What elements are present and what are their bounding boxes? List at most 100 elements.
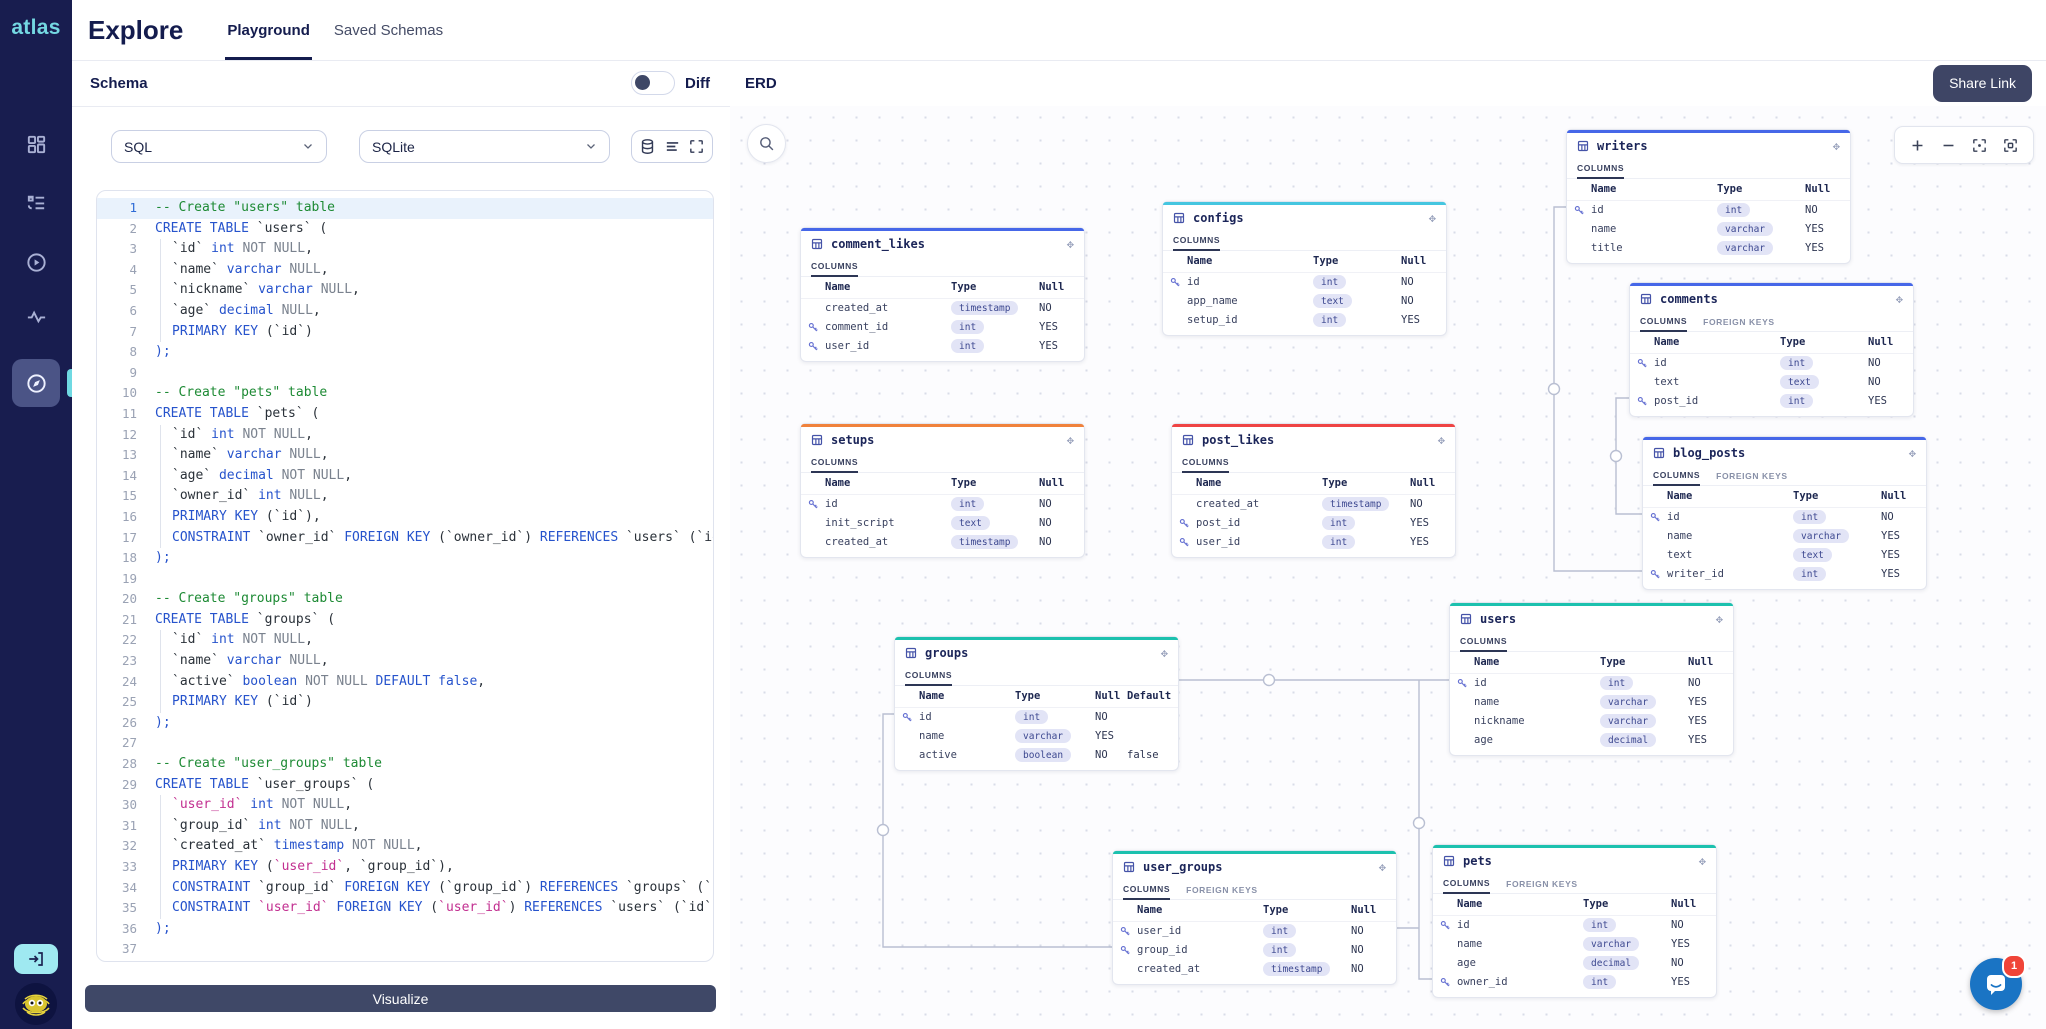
code-text: `id` int NOT NULL, bbox=[155, 239, 313, 260]
column-row-id: idintNO bbox=[1643, 508, 1926, 527]
type-badge: int bbox=[1717, 203, 1750, 217]
table-name: user_groups bbox=[1143, 860, 1222, 874]
center-view-button[interactable] bbox=[1971, 137, 1988, 154]
column-name: post_id bbox=[1654, 395, 1698, 407]
erd-table-groups[interactable]: groups ✥ COLUMNSNameTypeNullDefaultidint… bbox=[894, 636, 1179, 771]
drag-handle-icon[interactable]: ✥ bbox=[1699, 854, 1706, 868]
table-tabs: COLUMNS FOREIGN KEYS bbox=[1433, 874, 1716, 894]
erd-table-pets[interactable]: pets ✥ COLUMNSFOREIGN KEYSNameTypeNullid… bbox=[1432, 844, 1717, 998]
line-number: 23 bbox=[97, 651, 137, 672]
tab-columns[interactable]: COLUMNS bbox=[1182, 457, 1229, 473]
null-value: YES bbox=[1671, 976, 1690, 988]
sidebar-item-runs[interactable] bbox=[12, 238, 60, 286]
erd-table-writers[interactable]: writers ✥ COLUMNSNameTypeNullidintNOname… bbox=[1566, 129, 1851, 264]
erd-table-configs[interactable]: configs ✥ COLUMNSNameTypeNullidintNOapp_… bbox=[1162, 201, 1447, 336]
sql-code-editor[interactable]: 1-- Create "users" table2CREATE TABLE `u… bbox=[96, 190, 714, 962]
drag-handle-icon[interactable]: ✥ bbox=[1716, 612, 1723, 626]
column-name: id bbox=[1667, 511, 1680, 523]
drag-handle-icon[interactable]: ✥ bbox=[1909, 446, 1916, 460]
erd-canvas[interactable]: 1 comment_likes ✥ COLUMNSNameTypeNullcre… bbox=[730, 106, 2046, 1029]
drag-handle-icon[interactable]: ✥ bbox=[1067, 237, 1074, 251]
type-badge: timestamp bbox=[951, 301, 1018, 315]
share-link-button[interactable]: Share Link bbox=[1933, 65, 2032, 102]
erd-table-comment_likes[interactable]: comment_likes ✥ COLUMNSNameTypeNullcreat… bbox=[800, 227, 1085, 362]
column-name: id bbox=[1474, 677, 1487, 689]
erd-table-comments[interactable]: comments ✥ COLUMNSFOREIGN KEYSNameTypeNu… bbox=[1629, 282, 1914, 417]
drag-handle-icon[interactable]: ✥ bbox=[1067, 433, 1074, 447]
sidebar-item-dashboard[interactable] bbox=[12, 120, 60, 168]
zoom-out-button[interactable] bbox=[1940, 137, 1957, 154]
column-row-owner_id: owner_idintYES bbox=[1433, 973, 1716, 992]
code-text: `nickname` varchar NULL, bbox=[155, 280, 360, 301]
null-value: YES bbox=[1881, 568, 1900, 580]
code-text: `created_at` timestamp NOT NULL, bbox=[155, 836, 422, 857]
tab-foreign-keys[interactable]: FOREIGN KEYS bbox=[1703, 317, 1774, 331]
expand-icon[interactable] bbox=[688, 138, 705, 155]
sidebar-item-explore[interactable] bbox=[12, 359, 60, 407]
chat-widget-button[interactable]: 1 bbox=[1970, 958, 2022, 1010]
code-text: -- Create "users" table bbox=[155, 200, 335, 215]
tab-columns[interactable]: COLUMNS bbox=[1173, 235, 1220, 251]
erd-table-post_likes[interactable]: post_likes ✥ COLUMNSNameTypeNullcreated_… bbox=[1171, 423, 1456, 558]
key-icon bbox=[808, 322, 818, 332]
tab-playground[interactable]: Playground bbox=[215, 0, 322, 60]
tab-columns[interactable]: COLUMNS bbox=[1640, 316, 1687, 332]
database-icon[interactable] bbox=[639, 138, 656, 155]
lines-icon[interactable] bbox=[664, 138, 681, 155]
login-button[interactable] bbox=[14, 944, 58, 974]
column-row-user_id: user_idintYES bbox=[801, 337, 1084, 356]
tab-columns[interactable]: COLUMNS bbox=[1123, 884, 1170, 900]
type-badge: int bbox=[1600, 676, 1633, 690]
engine-select[interactable]: SQLite bbox=[359, 130, 610, 163]
drag-handle-icon[interactable]: ✥ bbox=[1429, 211, 1436, 225]
key-icon bbox=[1637, 396, 1647, 406]
table-rows: idintNOnamevarcharYEStexttextYESwriter_i… bbox=[1643, 508, 1926, 589]
tab-columns[interactable]: COLUMNS bbox=[811, 457, 858, 473]
erd-table-blog_posts[interactable]: blog_posts ✥ COLUMNSFOREIGN KEYSNameType… bbox=[1642, 436, 1927, 590]
table-tabs: COLUMNS bbox=[1163, 231, 1446, 251]
chevron-down-icon bbox=[585, 139, 597, 155]
tab-columns[interactable]: COLUMNS bbox=[1460, 636, 1507, 652]
drag-handle-icon[interactable]: ✥ bbox=[1896, 292, 1903, 306]
type-badge: varchar bbox=[1583, 937, 1639, 951]
tab-columns[interactable]: COLUMNS bbox=[1653, 470, 1700, 486]
code-text: PRIMARY KEY (`id`), bbox=[155, 507, 321, 528]
user-avatar[interactable] bbox=[15, 983, 57, 1025]
fit-screen-button[interactable] bbox=[2002, 137, 2019, 154]
sidebar-item-schemas[interactable] bbox=[12, 178, 60, 226]
line-number: 8 bbox=[97, 342, 137, 363]
tab-columns[interactable]: COLUMNS bbox=[905, 670, 952, 686]
erd-table-users[interactable]: users ✥ COLUMNSNameTypeNullidintNOnameva… bbox=[1449, 602, 1734, 756]
chevron-down-icon bbox=[302, 139, 314, 155]
diff-toggle[interactable] bbox=[631, 71, 675, 95]
column-headers: NameTypeNullDefault bbox=[895, 686, 1178, 708]
tab-saved-schemas[interactable]: Saved Schemas bbox=[322, 0, 455, 60]
sidebar-item-activity[interactable] bbox=[12, 292, 60, 340]
tab-foreign-keys[interactable]: FOREIGN KEYS bbox=[1506, 879, 1577, 893]
line-number: 26 bbox=[97, 713, 137, 734]
table-rows: created_attimestampNOpost_idintYESuser_i… bbox=[1172, 495, 1455, 557]
schema-title: Schema bbox=[90, 75, 148, 92]
erd-table-user_groups[interactable]: user_groups ✥ COLUMNSFOREIGN KEYSNameTyp… bbox=[1112, 850, 1397, 985]
line-number: 9 bbox=[97, 363, 137, 384]
drag-handle-icon[interactable]: ✥ bbox=[1833, 139, 1840, 153]
tab-foreign-keys[interactable]: FOREIGN KEYS bbox=[1186, 885, 1257, 899]
drag-handle-icon[interactable]: ✥ bbox=[1379, 860, 1386, 874]
erd-table-setups[interactable]: setups ✥ COLUMNSNameTypeNullidintNOinit_… bbox=[800, 423, 1085, 558]
tab-columns[interactable]: COLUMNS bbox=[1443, 878, 1490, 894]
active-indicator-bar bbox=[67, 369, 72, 397]
code-line-8: 8); bbox=[97, 342, 713, 363]
type-badge: decimal bbox=[1583, 956, 1639, 970]
table-card-header: writers ✥ bbox=[1567, 133, 1850, 159]
drag-handle-icon[interactable]: ✥ bbox=[1161, 646, 1168, 660]
visualize-button[interactable]: Visualize bbox=[85, 985, 716, 1012]
null-value: NO bbox=[1410, 498, 1423, 510]
tab-columns[interactable]: COLUMNS bbox=[1577, 163, 1624, 179]
zoom-in-button[interactable] bbox=[1909, 137, 1926, 154]
drag-handle-icon[interactable]: ✥ bbox=[1438, 433, 1445, 447]
code-line-7: 7PRIMARY KEY (`id`) bbox=[97, 322, 713, 343]
tab-foreign-keys[interactable]: FOREIGN KEYS bbox=[1716, 471, 1787, 485]
tab-columns[interactable]: COLUMNS bbox=[811, 261, 858, 277]
canvas-search-button[interactable] bbox=[747, 124, 786, 163]
dialect-select[interactable]: SQL bbox=[111, 130, 327, 163]
